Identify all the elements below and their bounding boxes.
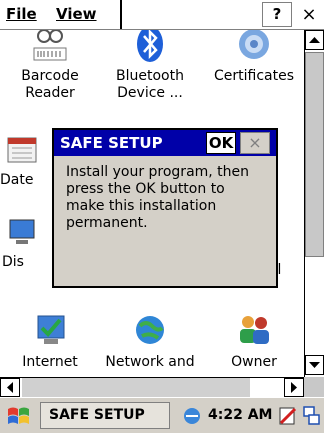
dialog-title: SAFE SETUP — [60, 134, 163, 152]
keyboard-icon[interactable] — [302, 405, 322, 427]
scroll-up-icon — [309, 37, 320, 43]
barcode-reader-icon — [33, 30, 67, 61]
certificates-item[interactable]: Certificates — [204, 30, 304, 85]
certificates-label: Certificates — [213, 68, 294, 84]
file-menu[interactable]: File — [6, 0, 37, 29]
view-menu-label: View — [56, 5, 97, 23]
calendar-icon — [7, 137, 37, 163]
network-icon — [136, 316, 164, 344]
owner-label: Owner — [231, 354, 277, 370]
battery-pen-icon[interactable] — [278, 405, 298, 427]
bluetooth-label: Bluetooth Device ... — [116, 68, 184, 101]
internet-item[interactable]: Internet — [0, 310, 100, 371]
internet-label: Internet — [22, 354, 78, 370]
help-button[interactable]: ? — [262, 2, 292, 27]
scroll-right-icon — [291, 382, 297, 393]
horizontal-scrollbar[interactable] — [0, 377, 304, 397]
owner-item[interactable]: Owner — [204, 310, 304, 371]
bluetooth-icon — [137, 30, 163, 62]
bluetooth-item[interactable]: Bluetooth Device ... — [100, 30, 200, 102]
display-icon — [9, 219, 35, 244]
internet-icon — [37, 315, 65, 344]
system-tray: 4:22 AM — [174, 402, 324, 429]
certificates-icon — [239, 30, 269, 59]
horizontal-scroll-thumb[interactable] — [22, 378, 250, 397]
safe-setup-task-button[interactable]: SAFE SETUP — [40, 402, 170, 429]
scroll-up-button[interactable] — [305, 30, 324, 50]
ok-button[interactable]: OK — [206, 132, 236, 154]
clock[interactable]: 4:22 AM — [208, 402, 272, 429]
close-window-button[interactable]: × — [296, 2, 322, 27]
start-icon[interactable] — [6, 405, 30, 427]
scroll-left-button[interactable] — [0, 378, 20, 397]
dialog-message: Install your program, then press the OK … — [66, 164, 250, 231]
view-menu[interactable]: View — [56, 0, 97, 29]
scroll-down-icon — [309, 362, 320, 368]
taskbar: SAFE SETUP 4:22 AM — [0, 397, 324, 433]
owner-icon — [240, 316, 269, 344]
network-item[interactable]: Network and — [100, 310, 200, 371]
menu-separator — [120, 0, 122, 29]
connectivity-icon[interactable] — [182, 406, 204, 426]
vertical-scroll-thumb[interactable] — [305, 52, 324, 257]
scroll-right-button[interactable] — [284, 378, 304, 397]
menu-bar: File View ? × — [0, 0, 324, 30]
safe-setup-dialog: SAFE SETUP OK × Install your program, th… — [52, 128, 278, 288]
scrollbar-corner — [304, 377, 324, 397]
barcode-reader-item[interactable]: Barcode Reader — [0, 30, 100, 102]
scroll-left-icon — [7, 382, 13, 393]
network-label: Network and — [105, 354, 195, 370]
dialog-title-bar: SAFE SETUP OK × — [54, 130, 276, 156]
barcode-reader-label: Barcode Reader — [21, 68, 79, 101]
dialog-close-button[interactable]: × — [240, 132, 270, 154]
file-menu-label: File — [6, 5, 37, 23]
scroll-down-button[interactable] — [305, 355, 324, 375]
vertical-scrollbar[interactable] — [304, 30, 324, 377]
